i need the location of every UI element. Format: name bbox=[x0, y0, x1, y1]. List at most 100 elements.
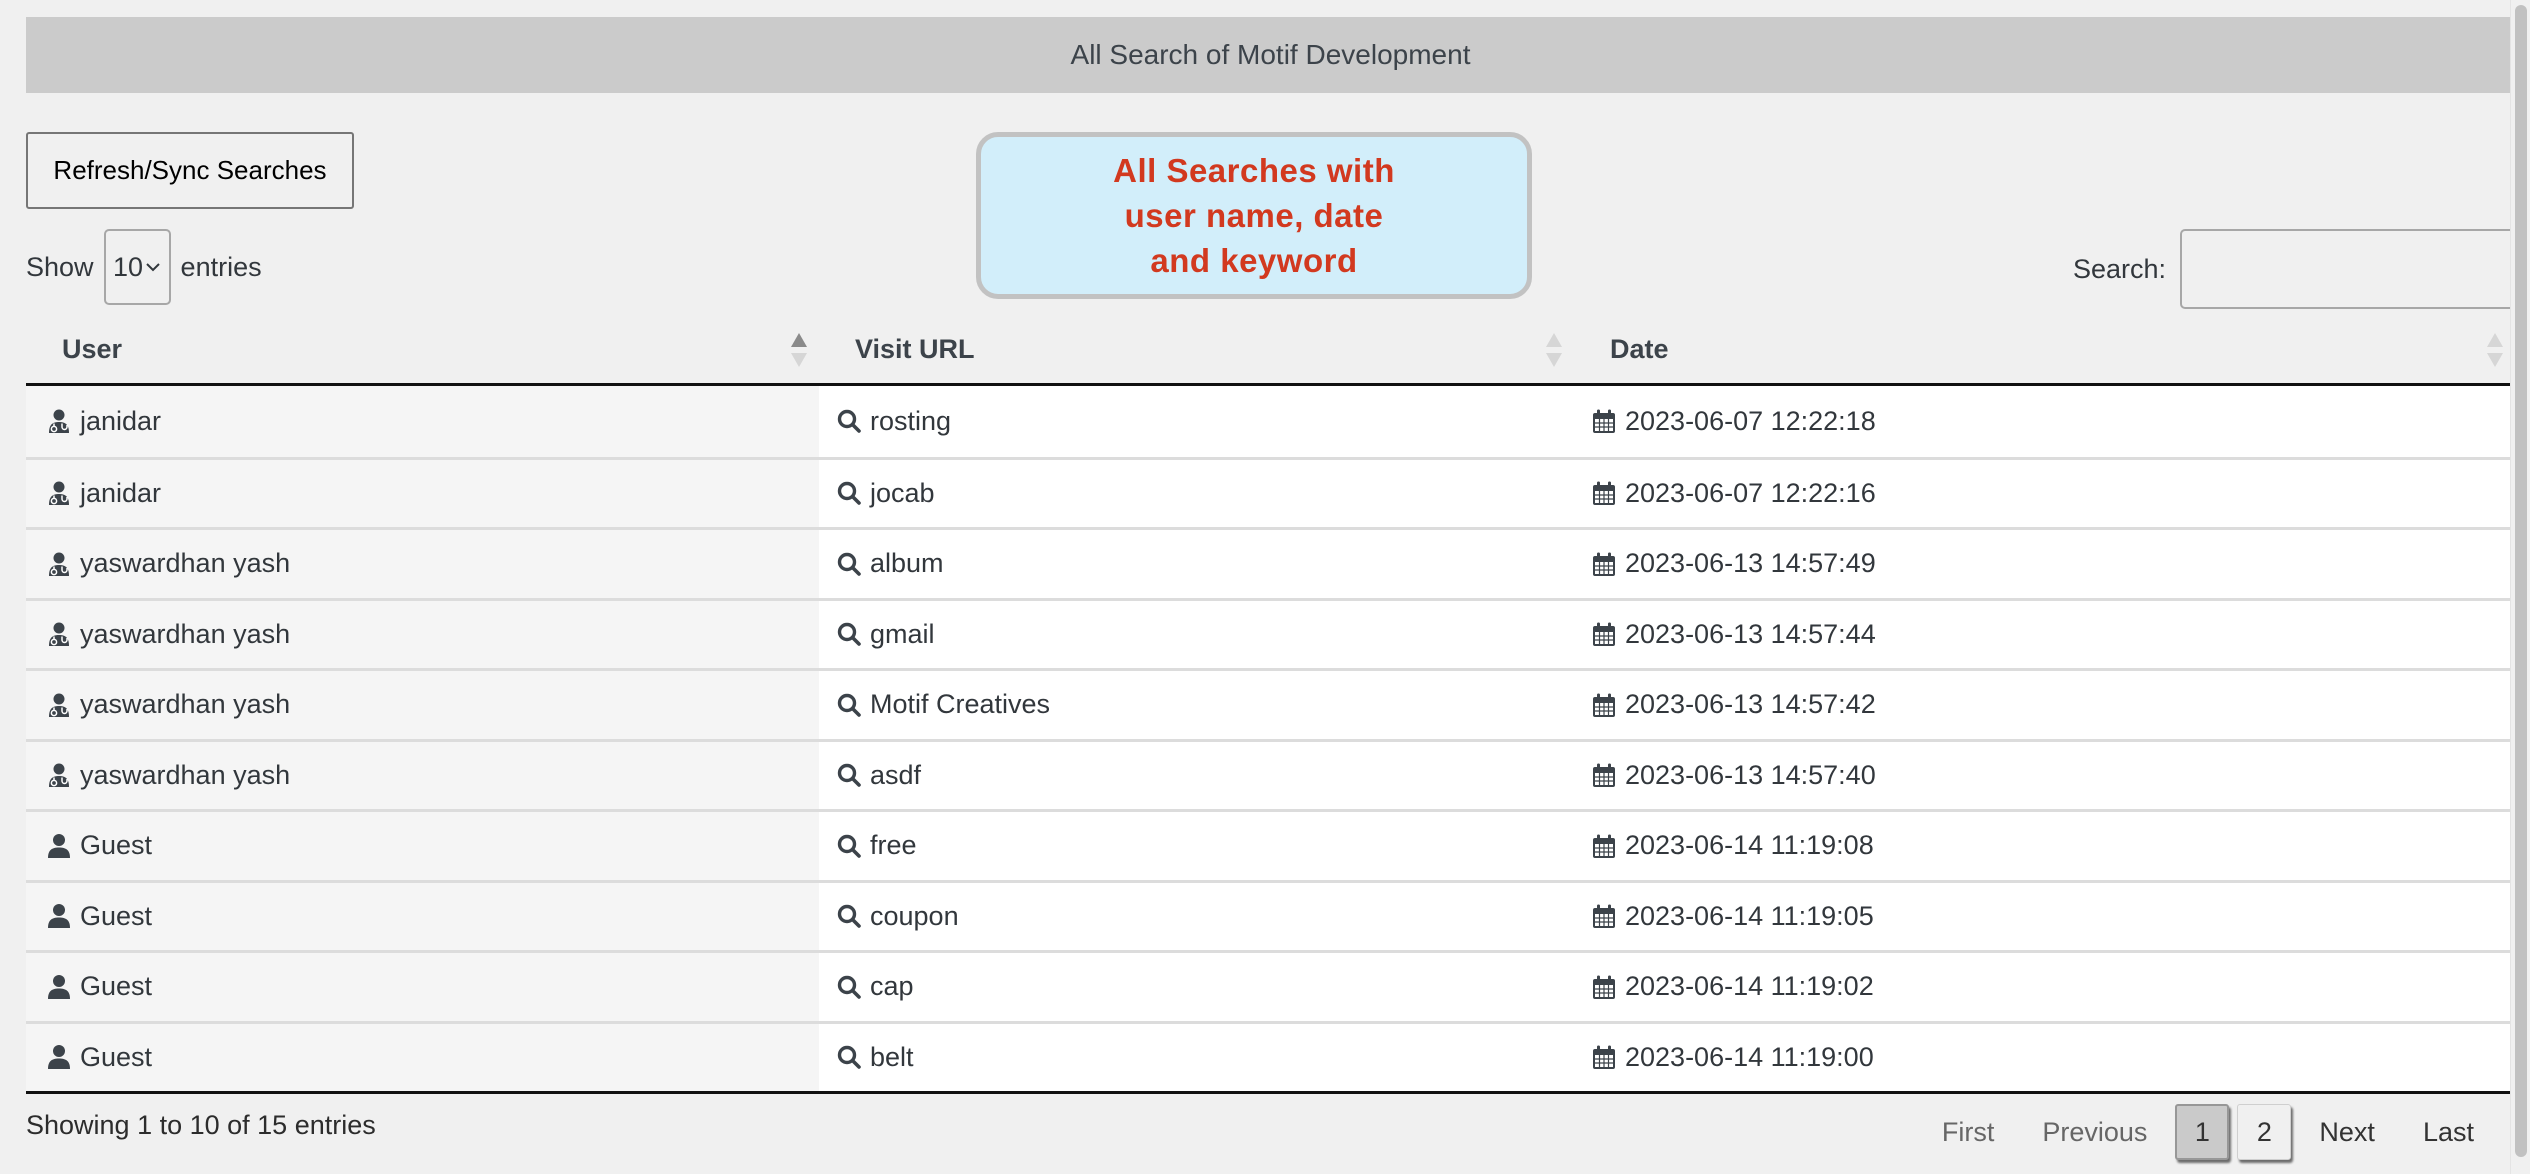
table-row: Guest cap 2023-06-14 11:19:02 bbox=[26, 950, 2515, 1021]
column-header-user[interactable]: User bbox=[26, 316, 819, 383]
cell-date: 2023-06-13 14:57:42 bbox=[1574, 671, 2515, 739]
search-keyword: free bbox=[870, 830, 917, 861]
sort-ascending-icon bbox=[791, 332, 807, 367]
search-date: 2023-06-13 14:57:42 bbox=[1625, 689, 1876, 720]
pagination-page-1[interactable]: 1 bbox=[2175, 1104, 2230, 1160]
cell-visit-url: belt bbox=[819, 1023, 1574, 1091]
search-date: 2023-06-14 11:19:08 bbox=[1625, 830, 1874, 861]
chevron-down-icon bbox=[146, 263, 160, 272]
search-date: 2023-06-07 12:22:16 bbox=[1625, 477, 1876, 508]
pagination-first[interactable]: First bbox=[1918, 1104, 2018, 1160]
user-name: janidar bbox=[80, 405, 162, 436]
pagination-next[interactable]: Next bbox=[2295, 1104, 2399, 1160]
user-name: yaswardhan yash bbox=[80, 759, 291, 790]
cell-date: 2023-06-13 14:57:40 bbox=[1574, 741, 2515, 809]
calendar-icon bbox=[1591, 903, 1617, 929]
user-icon bbox=[46, 833, 72, 859]
column-header-label: Date bbox=[1610, 334, 1669, 364]
search-input[interactable] bbox=[2180, 229, 2516, 309]
cell-visit-url: Motif Creatives bbox=[819, 671, 1574, 739]
calendar-icon bbox=[1591, 408, 1617, 434]
cell-date: 2023-06-13 14:57:49 bbox=[1574, 530, 2515, 598]
search-date: 2023-06-13 14:57:40 bbox=[1625, 759, 1876, 790]
user-icon bbox=[46, 903, 72, 929]
table-row: Guest coupon 2023-06-14 11:19:05 bbox=[26, 879, 2515, 950]
table-row: yaswardhan yash album 2023-06-13 14:57:49 bbox=[26, 527, 2515, 598]
search-icon bbox=[836, 903, 862, 929]
search-date: 2023-06-07 12:22:18 bbox=[1625, 405, 1876, 436]
cell-date: 2023-06-14 11:19:08 bbox=[1574, 812, 2515, 880]
search-date: 2023-06-13 14:57:49 bbox=[1625, 548, 1876, 579]
pagination-page-2[interactable]: 2 bbox=[2237, 1104, 2292, 1160]
user-doctor-icon bbox=[46, 621, 72, 647]
callout-line: and keyword bbox=[1150, 242, 1358, 279]
column-header-date[interactable]: Date bbox=[1574, 316, 2515, 383]
search-icon bbox=[836, 1044, 862, 1070]
search-date: 2023-06-14 11:19:00 bbox=[1625, 1041, 1874, 1072]
table-info: Showing 1 to 10 of 15 entries bbox=[26, 1110, 376, 1140]
cell-user: Guest bbox=[26, 953, 819, 1021]
table-row: Guest free 2023-06-14 11:19:08 bbox=[26, 809, 2515, 880]
search-icon bbox=[836, 974, 862, 1000]
cell-visit-url: gmail bbox=[819, 600, 1574, 668]
column-header-label: User bbox=[62, 334, 123, 364]
cell-user: Guest bbox=[26, 1023, 819, 1091]
user-name: Guest bbox=[80, 830, 153, 861]
column-header-visit-url[interactable]: Visit URL bbox=[819, 316, 1574, 383]
scrollbar-thumb[interactable] bbox=[2515, 5, 2527, 1157]
pagination-last[interactable]: Last bbox=[2399, 1104, 2498, 1160]
sort-icon bbox=[1546, 332, 1562, 367]
page-title: All Search of Motif Development bbox=[1070, 39, 1471, 70]
table-search-control: Search: bbox=[2073, 229, 2516, 309]
table-row: Guest belt 2023-06-14 11:19:00 bbox=[26, 1020, 2515, 1091]
user-doctor-icon bbox=[46, 762, 72, 788]
search-keyword: coupon bbox=[870, 900, 959, 931]
search-label: Search: bbox=[2072, 253, 2166, 284]
callout-line: user name, date bbox=[1124, 197, 1384, 234]
cell-user: yaswardhan yash bbox=[26, 530, 819, 598]
pagination-previous[interactable]: Previous bbox=[2018, 1104, 2171, 1160]
cell-date: 2023-06-14 11:19:00 bbox=[1574, 1023, 2515, 1091]
page: All Search of Motif Development Refresh/… bbox=[0, 0, 2530, 1174]
calendar-icon bbox=[1591, 551, 1617, 577]
pagination: First Previous 1 2 Next Last bbox=[1918, 1104, 2498, 1160]
cell-user: Guest bbox=[26, 812, 819, 880]
search-keyword: asdf bbox=[870, 759, 922, 790]
page-title-bar: All Search of Motif Development bbox=[26, 17, 2515, 93]
table-row: yaswardhan yash gmail 2023-06-13 14:57:44 bbox=[26, 597, 2515, 668]
search-keyword: cap bbox=[870, 971, 914, 1002]
annotation-callout: All Searches with user name, date and ke… bbox=[976, 132, 1532, 299]
user-icon bbox=[46, 974, 72, 1000]
cell-date: 2023-06-14 11:19:02 bbox=[1574, 953, 2515, 1021]
user-doctor-icon bbox=[46, 551, 72, 577]
cell-visit-url: album bbox=[819, 530, 1574, 598]
search-date: 2023-06-14 11:19:05 bbox=[1625, 900, 1874, 931]
sort-icon bbox=[2487, 332, 2503, 367]
search-keyword: album bbox=[870, 548, 944, 579]
cell-user: yaswardhan yash bbox=[26, 741, 819, 809]
table-row: janidar jocab 2023-06-07 12:22:16 bbox=[26, 456, 2515, 527]
entries-per-page-select[interactable]: 10 bbox=[103, 229, 171, 305]
search-keyword: belt bbox=[870, 1041, 914, 1072]
calendar-icon bbox=[1591, 480, 1617, 506]
cell-date: 2023-06-07 12:22:18 bbox=[1574, 386, 2515, 457]
entries-per-page-value: 10 bbox=[113, 251, 144, 282]
column-header-label: Visit URL bbox=[855, 334, 975, 364]
table-row: yaswardhan yash asdf 2023-06-13 14:57:40 bbox=[26, 738, 2515, 809]
entries-label: entries bbox=[180, 251, 262, 282]
cell-user: yaswardhan yash bbox=[26, 600, 819, 668]
search-icon bbox=[836, 621, 862, 647]
calendar-icon bbox=[1591, 692, 1617, 718]
refresh-sync-button[interactable]: Refresh/Sync Searches bbox=[26, 132, 354, 209]
cell-visit-url: asdf bbox=[819, 741, 1574, 809]
user-name: Guest bbox=[80, 900, 153, 931]
user-doctor-icon bbox=[46, 408, 72, 434]
user-name: yaswardhan yash bbox=[80, 689, 291, 720]
calendar-icon bbox=[1591, 833, 1617, 859]
searches-table: User Visit URL Date janidar rosting 2023-0… bbox=[26, 316, 2515, 1094]
user-name: janidar bbox=[80, 477, 162, 508]
calendar-icon bbox=[1591, 1044, 1617, 1070]
vertical-scrollbar[interactable] bbox=[2510, 0, 2530, 1174]
user-name: Guest bbox=[80, 971, 153, 1002]
show-label: Show bbox=[26, 251, 94, 282]
